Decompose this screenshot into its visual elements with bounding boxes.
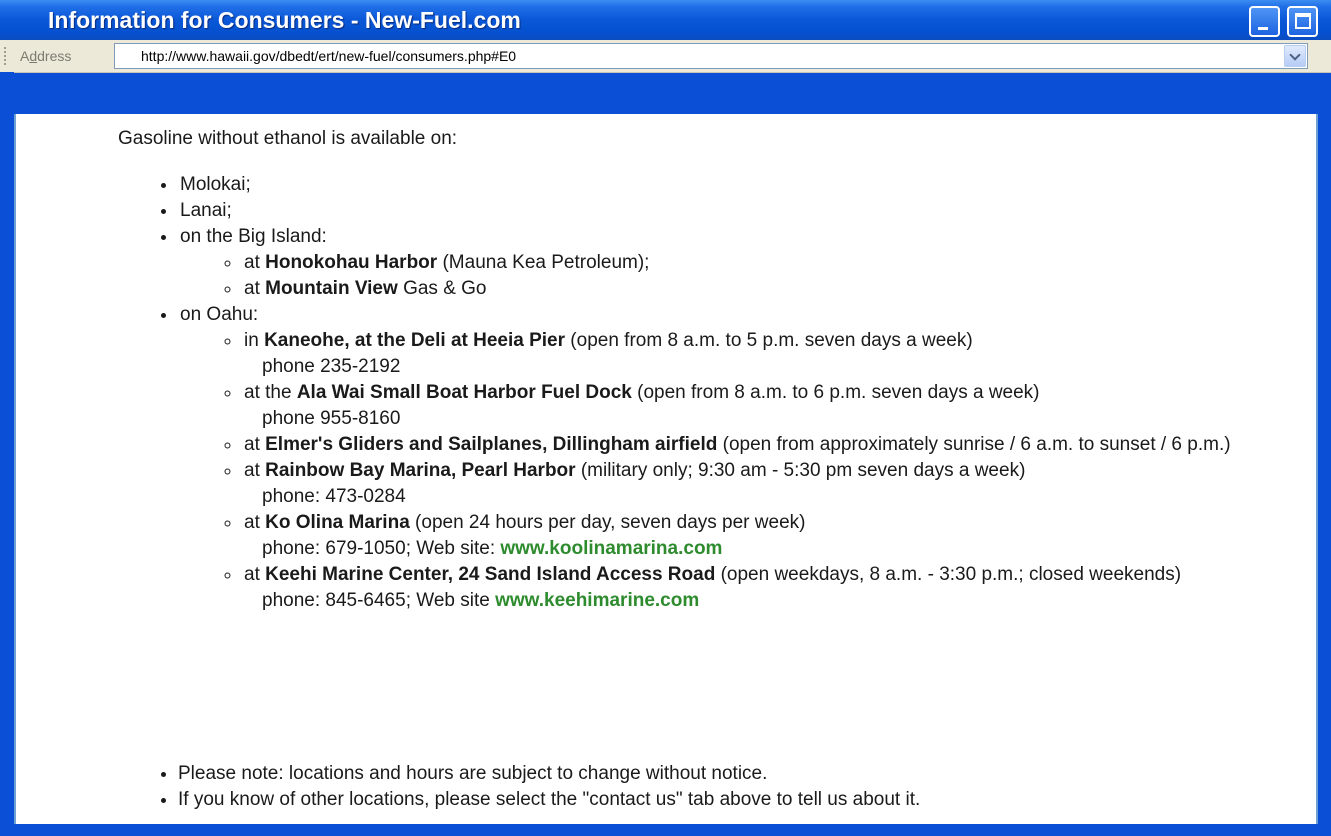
location-item: at the Ala Wai Small Boat Harbor Fuel Do… (242, 380, 1288, 432)
location-name: Mountain View (265, 278, 398, 299)
location-hours: (open weekdays, 8 a.m. - 3:30 p.m.; clos… (715, 564, 1182, 585)
location-item: at Mountain View Gas & Go (242, 276, 1288, 302)
notes-list: Please note: locations and hours are sub… (16, 761, 1288, 813)
location-prefix: at (244, 252, 266, 273)
address-label-prefix: A (20, 48, 30, 64)
location-name: Keehi Marine Center, 24 Sand Island Acce… (265, 564, 716, 585)
location-name: Ko Olina Marina (265, 512, 410, 533)
location-item: in Kaneohe, at the Deli at Heeia Pier (o… (242, 328, 1288, 380)
location-phone: phone: 845-6465; Web site (262, 590, 496, 611)
location-prefix: at the (244, 382, 297, 403)
location-item: at Ko Olina Marina (open 24 hours per da… (242, 510, 1288, 562)
list-item: on Oahu: in Kaneohe, at the Deli at Heei… (178, 302, 1288, 614)
location-item: at Elmer's Gliders and Sailplanes, Dilli… (242, 432, 1288, 458)
location-prefix: in (244, 330, 265, 351)
window-title: Information for Consumers - New-Fuel.com (48, 7, 521, 33)
location-phone: phone 955-8160 (262, 408, 401, 429)
address-url[interactable]: http://www.hawaii.gov/dbedt/ert/new-fuel… (141, 44, 516, 68)
list-item: on the Big Island: at Honokohau Harbor (… (178, 224, 1288, 302)
location-name: Honokohau Harbor (265, 252, 438, 273)
address-label-accesskey: d (29, 48, 38, 64)
location-prefix: at (244, 434, 266, 455)
address-bar: Address http://www.hawaii.gov/dbedt/ert/… (0, 40, 1331, 73)
location-phone: phone: 473-0284 (262, 486, 406, 507)
island-label: Lanai; (180, 200, 232, 221)
minimize-icon (1258, 27, 1268, 30)
island-label: on the Big Island: (180, 226, 327, 247)
location-item: at Keehi Marine Center, 24 Sand Island A… (242, 562, 1288, 614)
maximize-button[interactable] (1287, 6, 1318, 37)
location-name: Kaneohe, at the Deli at Heeia Pier (264, 330, 566, 351)
page-viewport[interactable]: Gasoline without ethanol is available on… (14, 114, 1318, 824)
note-item: If you know of other locations, please s… (178, 787, 1288, 813)
address-label-suffix: dress (37, 48, 72, 64)
browser-window: Information for Consumers - New-Fuel.com… (0, 0, 1331, 836)
island-label: Molokai; (180, 174, 251, 195)
maximize-icon (1295, 13, 1311, 29)
toolbar-grip[interactable] (4, 47, 9, 65)
note-item: Please note: locations and hours are sub… (178, 761, 1288, 787)
location-item: at Honokohau Harbor (Mauna Kea Petroleum… (242, 250, 1288, 276)
location-item: at Rainbow Bay Marina, Pearl Harbor (mil… (242, 458, 1288, 510)
island-label: on Oahu: (180, 304, 259, 325)
oahu-locations: in Kaneohe, at the Deli at Heeia Pier (o… (180, 328, 1288, 614)
location-prefix: at (244, 512, 266, 533)
title-bar[interactable]: Information for Consumers - New-Fuel.com (0, 0, 1331, 40)
location-info: (Mauna Kea Petroleum); (437, 252, 650, 273)
location-hours: (open from 8 a.m. to 5 p.m. seven days a… (565, 330, 973, 351)
location-prefix: at (244, 460, 266, 481)
koolina-website-link[interactable]: www.koolinamarina.com (500, 538, 722, 559)
location-phone: phone: 679-1050; Web site: (262, 538, 501, 559)
location-prefix: at (244, 564, 266, 585)
location-hours: (military only; 9:30 am - 5:30 pm seven … (575, 460, 1026, 481)
address-label: Address (20, 40, 71, 72)
location-hours: (open from approximately sunrise / 6 a.m… (717, 434, 1231, 455)
location-phone-line: phone: 845-6465; Web site www.keehimarin… (244, 588, 1288, 614)
list-item: Lanai; (178, 198, 1288, 224)
big-island-locations: at Honokohau Harbor (Mauna Kea Petroleum… (180, 250, 1288, 302)
location-name: Ala Wai Small Boat Harbor Fuel Dock (296, 382, 632, 403)
minimize-button[interactable] (1249, 6, 1280, 37)
intro-text: Gasoline without ethanol is available on… (118, 128, 458, 149)
address-dropdown-button[interactable] (1284, 45, 1306, 67)
location-phone-line: phone: 679-1050; Web site: www.koolinama… (244, 536, 1288, 562)
window-frame-left (0, 72, 14, 824)
keehi-website-link[interactable]: www.keehimarine.com (495, 590, 699, 611)
location-prefix: at (244, 278, 266, 299)
location-hours: (open 24 hours per day, seven days per w… (409, 512, 806, 533)
chevron-down-icon (1289, 49, 1301, 61)
location-hours: (open from 8 a.m. to 6 p.m. seven days a… (631, 382, 1040, 403)
list-item: Molokai; (178, 172, 1288, 198)
address-input[interactable]: http://www.hawaii.gov/dbedt/ert/new-fuel… (114, 43, 1308, 69)
location-name: Rainbow Bay Marina, Pearl Harbor (265, 460, 576, 481)
island-list: Molokai; Lanai; on the Big Island: at Ho… (16, 172, 1288, 614)
location-phone: phone 235-2192 (262, 356, 401, 377)
location-name: Elmer's Gliders and Sailplanes, Dillingh… (265, 434, 718, 455)
location-info: Gas & Go (397, 278, 487, 299)
